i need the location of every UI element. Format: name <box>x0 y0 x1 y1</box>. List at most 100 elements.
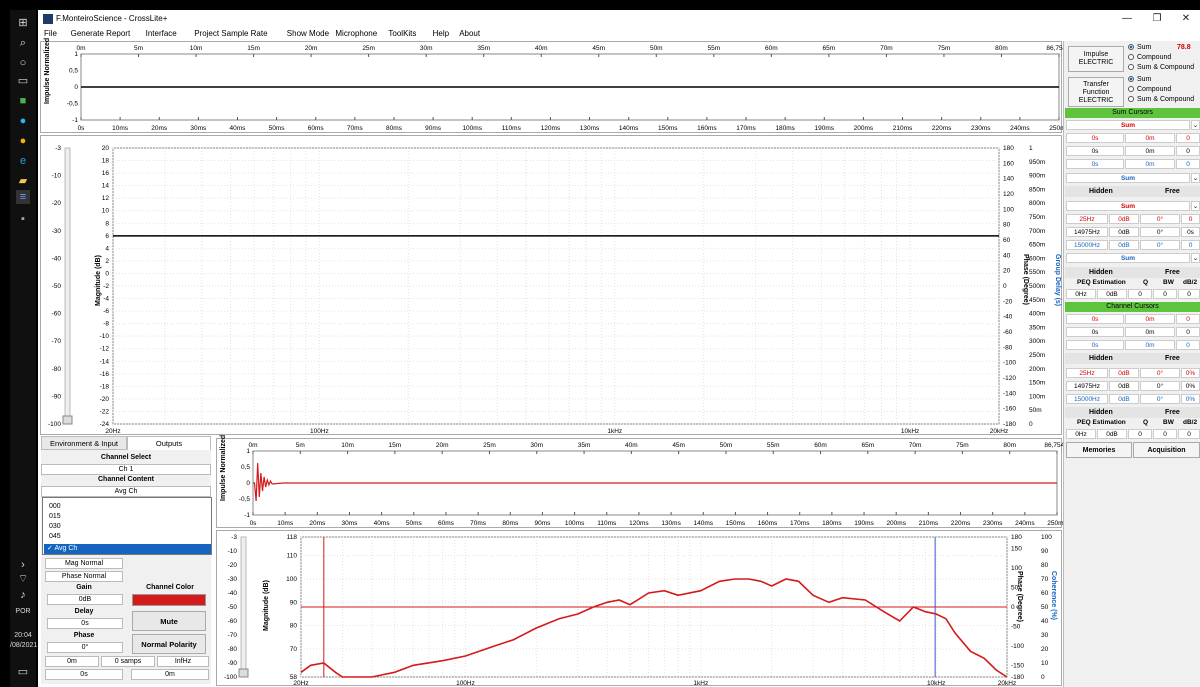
option-015[interactable]: 015 <box>49 513 61 520</box>
sum-f1-freq[interactable]: 25Hz <box>1066 214 1108 224</box>
sum-f3-extra: 0 <box>1181 240 1200 250</box>
clock-time[interactable]: 20:04 <box>10 632 36 639</box>
gd-tick-label: 950m <box>1029 159 1045 166</box>
tf-radio-sum[interactable]: Sum <box>1128 76 1151 83</box>
windows-start-icon[interactable]: ⊞ <box>16 16 30 30</box>
tf-radio-compound[interactable]: Compound <box>1128 86 1171 93</box>
sum-f3-freq[interactable]: 15000Hz <box>1066 240 1108 250</box>
transfer-function-electric-button[interactable]: Transfer Function ELECTRIC <box>1068 77 1124 107</box>
channel-content-dropdown[interactable]: Avg Ch <box>41 486 211 497</box>
cortana-icon[interactable]: ○ <box>16 56 30 70</box>
menu-toolkits[interactable]: ToolKits <box>388 29 416 38</box>
chevron-down-icon[interactable]: ⌄ <box>1191 173 1200 183</box>
language-indicator[interactable]: POR <box>10 608 36 615</box>
chevron-down-icon[interactable]: ⌄ <box>1191 253 1200 263</box>
ch-f1-freq[interactable]: 25Hz <box>1066 368 1108 378</box>
sum-c3-time[interactable]: 0s <box>1066 159 1124 169</box>
delay-field[interactable]: 0s <box>47 618 123 629</box>
menu-interface[interactable]: Interface <box>146 29 177 38</box>
close-icon[interactable]: ✕ <box>1172 12 1200 26</box>
peq-header-2: PEQ Estimation Q BW dB/2 <box>1065 419 1200 429</box>
time-tick-label: 210ms <box>893 125 913 132</box>
hidden-free-row-2: Hidden Free <box>1065 267 1200 278</box>
phase-tick-label: 180 <box>1011 534 1022 541</box>
option-030[interactable]: 030 <box>49 523 61 530</box>
volume-icon[interactable]: ♪ <box>16 588 30 602</box>
menu-project-sample-rate[interactable]: Project Sample Rate <box>194 29 267 38</box>
impulse-radio-sum[interactable]: Sum <box>1128 44 1151 51</box>
tf-radio-sum-compound[interactable]: Sum & Compound <box>1128 96 1194 103</box>
ch-f3-pct: 0% <box>1181 394 1200 404</box>
sum-cursor-select-2[interactable]: Sum <box>1066 173 1190 183</box>
tab-outputs[interactable]: Outputs <box>127 436 211 450</box>
option-045[interactable]: 045 <box>49 533 61 540</box>
menu-show-mode[interactable]: Show Mode <box>287 29 329 38</box>
option-avg-ch[interactable]: ✓ Avg Ch <box>44 544 211 554</box>
restore-icon[interactable]: ❐ <box>1143 12 1171 26</box>
minimize-icon[interactable]: — <box>1113 12 1141 26</box>
polarity-button[interactable]: Normal Polarity <box>132 634 206 654</box>
free-toggle[interactable]: Free <box>1165 353 1180 364</box>
skype-icon[interactable]: ● <box>16 114 30 128</box>
menu-microphone[interactable]: Microphone <box>335 29 377 38</box>
chevron-up-icon[interactable]: › <box>16 558 30 572</box>
free-toggle[interactable]: Free <box>1165 267 1180 278</box>
sum-freq-select-1[interactable]: Sum <box>1066 201 1190 211</box>
menu-about[interactable]: About <box>459 29 480 38</box>
mag-mode-select[interactable]: Mag Normal <box>45 558 123 569</box>
dist-tick-label: 70m <box>909 442 922 449</box>
mag-tick-label: -2 <box>103 283 109 290</box>
dist-tick-label: 60m <box>765 45 778 52</box>
phase-field[interactable]: 0° <box>47 642 123 653</box>
option-000[interactable]: 000 <box>49 503 61 510</box>
folder-icon[interactable]: ▰ <box>16 174 30 188</box>
impulse-y-tick-label: 0 <box>246 480 250 487</box>
app-green-icon[interactable]: ■ <box>16 94 30 108</box>
ch-c1-time[interactable]: 0s <box>1066 314 1124 324</box>
ch-f3-freq[interactable]: 15000Hz <box>1066 394 1108 404</box>
top-tf-canvas: -3-10-20-30-40-50-60-70-80-90-1002018161… <box>48 145 1045 435</box>
sum-freq-select-2[interactable]: Sum <box>1066 253 1190 263</box>
dist-tick-label: 20m <box>436 442 449 449</box>
sum-c1-dist: 0m <box>1125 133 1175 143</box>
task-view-icon[interactable]: ▭ <box>16 74 30 88</box>
acquisition-button[interactable]: Acquisition <box>1133 442 1200 458</box>
clock-date[interactable]: /08/2021 <box>10 642 37 649</box>
impulse-electric-button[interactable]: Impulse ELECTRIC <box>1068 46 1124 72</box>
memories-button[interactable]: Memories <box>1066 442 1132 458</box>
gd-tick-label: 400m <box>1029 311 1045 318</box>
hidden-toggle[interactable]: Hidden <box>1089 353 1113 364</box>
phase-mode-select[interactable]: Phase Normal <box>45 571 123 582</box>
tab-environment-input[interactable]: Environment & Input <box>41 436 127 450</box>
gain-field[interactable]: 0dB <box>47 594 123 605</box>
search-icon[interactable]: ⌕ <box>16 36 30 50</box>
notifications-icon[interactable]: ▭ <box>16 665 30 679</box>
app-icon[interactable]: ▪ <box>16 212 30 226</box>
sum-cursor-select-1[interactable]: Sum <box>1066 120 1190 130</box>
impulse-radio-sum-compound[interactable]: Sum & Compound <box>1128 64 1194 71</box>
ch-c3-time[interactable]: 0s <box>1066 340 1124 350</box>
hidden-toggle[interactable]: Hidden <box>1089 267 1113 278</box>
chrome-icon[interactable]: ● <box>16 134 30 148</box>
menu-file[interactable]: File <box>44 29 57 38</box>
menu-generate-report[interactable]: Generate Report <box>71 29 131 38</box>
sum-cursors-header: Sum Cursors <box>1065 108 1200 118</box>
free-toggle[interactable]: Free <box>1165 407 1180 418</box>
free-toggle[interactable]: Free <box>1165 186 1180 197</box>
hidden-toggle[interactable]: Hidden <box>1089 186 1113 197</box>
edge-icon[interactable]: e <box>16 154 30 168</box>
network-icon[interactable]: ⌔ <box>16 572 30 586</box>
chevron-down-icon[interactable]: ⌄ <box>1191 120 1200 130</box>
impulse-radio-compound[interactable]: Compound <box>1128 54 1171 61</box>
channel-select-dropdown[interactable]: Ch 1 <box>41 464 211 475</box>
mag-tick-label: -16 <box>100 371 110 378</box>
peq-q: Q <box>1143 419 1149 426</box>
crosslite-taskbar-icon[interactable]: ≡ <box>16 190 30 204</box>
time-tick-label: 100ms <box>565 520 585 527</box>
chevron-down-icon[interactable]: ⌄ <box>1191 201 1200 211</box>
hidden-toggle[interactable]: Hidden <box>1089 407 1113 418</box>
sum-c1-time[interactable]: 0s <box>1066 133 1124 143</box>
mute-button[interactable]: Mute <box>132 611 206 631</box>
menu-help[interactable]: Help <box>433 29 449 38</box>
channel-color-swatch[interactable] <box>132 594 206 606</box>
